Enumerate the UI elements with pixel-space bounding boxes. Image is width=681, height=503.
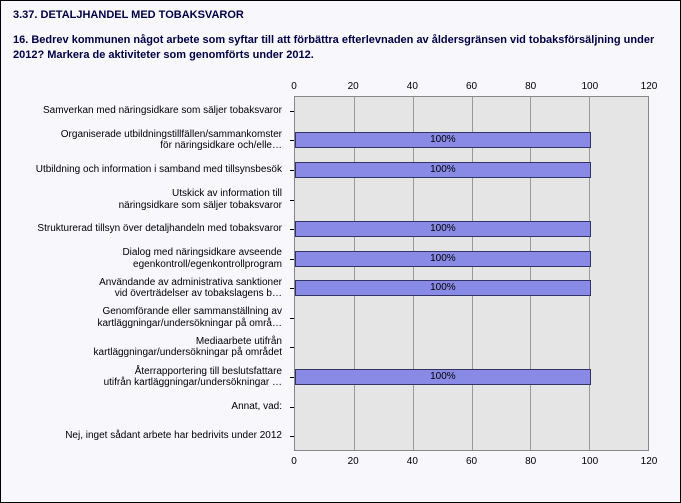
x-tick-top: 40 [407, 81, 418, 92]
y-category-label: Utskick av information tillnäringsidkare… [1, 185, 286, 215]
bar-value-label: 100% [296, 282, 590, 293]
y-tick [290, 200, 294, 201]
bar-value-label: 100% [296, 164, 590, 175]
chart-row: Strukturerad tillsyn över detaljhandeln … [1, 214, 680, 244]
x-tick-bottom: 100 [581, 456, 598, 467]
chart-row: Nej, inget sådant arbete har bedrivits u… [1, 421, 680, 451]
y-tick [290, 377, 294, 378]
x-tick-top: 100 [581, 81, 598, 92]
x-tick-top: 120 [641, 81, 658, 92]
bar: 100% [295, 132, 591, 148]
chart-row: Återrapportering till beslutsfattareutif… [1, 362, 680, 392]
section-title: 3.37. DETALJHANDEL MED TOBAKSVAROR [13, 9, 244, 21]
bar: 100% [295, 221, 591, 237]
y-tick [290, 407, 294, 408]
y-tick [290, 170, 294, 171]
bar: 100% [295, 251, 591, 267]
bar: 100% [295, 369, 591, 385]
y-category-label: Utbildning och information i samband med… [1, 155, 286, 185]
y-category-label: Annat, vad: [1, 392, 286, 422]
y-tick [290, 259, 294, 260]
y-tick [290, 288, 294, 289]
y-category-label: Organiserade utbildningstillfällen/samma… [1, 126, 286, 156]
x-tick-bottom: 60 [466, 456, 477, 467]
bar-value-label: 100% [296, 134, 590, 145]
y-category-label: Nej, inget sådant arbete har bedrivits u… [1, 421, 286, 451]
y-category-label: Återrapportering till beslutsfattareutif… [1, 362, 286, 392]
x-tick-bottom: 40 [407, 456, 418, 467]
bar: 100% [295, 162, 591, 178]
chart-row: Mediaarbete utifrånkartläggningar/unders… [1, 333, 680, 363]
y-tick [290, 111, 294, 112]
x-tick-bottom: 80 [525, 456, 536, 467]
chart-row: Samverkan med näringsidkare som säljer t… [1, 96, 680, 126]
y-tick [290, 318, 294, 319]
bar: 100% [295, 280, 591, 296]
chart-row: Organiserade utbildningstillfällen/samma… [1, 126, 680, 156]
report-frame: 3.37. DETALJHANDEL MED TOBAKSVAROR 16. B… [0, 0, 681, 503]
bar-value-label: 100% [296, 371, 590, 382]
x-tick-bottom: 20 [348, 456, 359, 467]
chart-row: Användande av administrativa sanktionerv… [1, 274, 680, 304]
y-category-label: Mediaarbete utifrånkartläggningar/unders… [1, 333, 286, 363]
bar-value-label: 100% [296, 253, 590, 264]
chart-row: Dialog med näringsidkare avseendeegenkon… [1, 244, 680, 274]
y-category-label: Genomförande eller sammanställning avkar… [1, 303, 286, 333]
x-tick-bottom: 0 [291, 456, 297, 467]
y-category-label: Dialog med näringsidkare avseendeegenkon… [1, 244, 286, 274]
x-tick-bottom: 120 [641, 456, 658, 467]
y-category-label: Strukturerad tillsyn över detaljhandeln … [1, 214, 286, 244]
x-tick-top: 60 [466, 81, 477, 92]
y-tick [290, 229, 294, 230]
x-tick-top: 0 [291, 81, 297, 92]
y-tick [290, 140, 294, 141]
chart-row: Annat, vad: [1, 392, 680, 422]
x-tick-top: 80 [525, 81, 536, 92]
bar-value-label: 100% [296, 223, 590, 234]
y-tick [290, 347, 294, 348]
chart-row: Utbildning och information i samband med… [1, 155, 680, 185]
y-tick [290, 436, 294, 437]
chart-row: Genomförande eller sammanställning avkar… [1, 303, 680, 333]
chart-row: Utskick av information tillnäringsidkare… [1, 185, 680, 215]
x-tick-top: 20 [348, 81, 359, 92]
y-category-label: Användande av administrativa sanktionerv… [1, 274, 286, 304]
question-text: 16. Bedrev kommunen något arbete som syf… [13, 33, 668, 63]
y-category-label: Samverkan med näringsidkare som säljer t… [1, 96, 286, 126]
